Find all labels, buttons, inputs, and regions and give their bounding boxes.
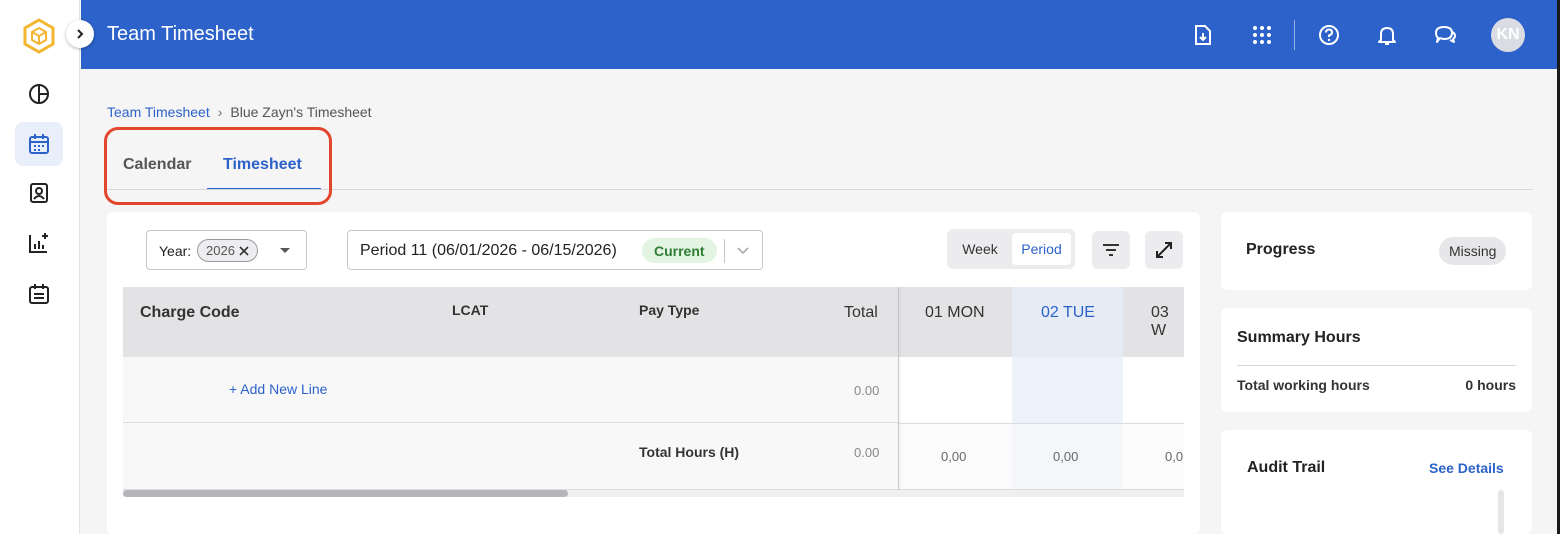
chevron-right-icon xyxy=(77,29,84,39)
year-chip-value: 2026 xyxy=(206,243,235,258)
total-hours-value: 0.00 xyxy=(854,445,880,460)
sidebar xyxy=(0,0,80,534)
day-total-tue: 0,00 xyxy=(1053,449,1079,464)
col-charge-code: Charge Code xyxy=(140,304,240,321)
col-pay-type: Pay Type xyxy=(639,302,700,318)
total-working-hours-label: Total working hours xyxy=(1237,377,1370,393)
sidebar-item-reports[interactable] xyxy=(15,221,63,265)
toggle-period[interactable]: Period xyxy=(1012,233,1071,265)
progress-status-badge: Missing xyxy=(1439,237,1507,265)
sidebar-item-dashboard[interactable] xyxy=(15,72,63,116)
header-divider xyxy=(1294,20,1295,50)
close-icon[interactable] xyxy=(239,245,249,256)
col-day-tue[interactable]: 02 TUE xyxy=(1041,304,1095,322)
day-row-divider xyxy=(899,423,1184,424)
filter-icon xyxy=(1103,244,1119,256)
summary-divider xyxy=(1237,365,1516,366)
top-header: Team Timesheet KN xyxy=(81,0,1557,69)
bell-icon xyxy=(1378,27,1396,45)
chart-add-icon xyxy=(29,233,48,253)
row-total: 0.00 xyxy=(854,383,880,398)
see-details-link[interactable]: See Details xyxy=(1429,460,1504,476)
period-select[interactable]: Period 11 (06/01/2026 - 06/15/2026) Curr… xyxy=(347,230,763,270)
timesheet-table: Charge Code LCAT Pay Type Total + Add Ne… xyxy=(123,287,1184,497)
period-value: Period 11 (06/01/2026 - 06/15/2026) xyxy=(360,242,617,259)
app-logo-icon[interactable] xyxy=(22,18,56,54)
add-new-line-button[interactable]: + Add New Line xyxy=(229,381,327,397)
expand-icon xyxy=(1156,242,1172,258)
breadcrumb-link-team-timesheet[interactable]: Team Timesheet xyxy=(107,104,210,120)
day-total-wed: 0,0 xyxy=(1165,449,1184,464)
dropdown-caret-icon[interactable] xyxy=(280,248,290,253)
col-day-mon[interactable]: 01 MON xyxy=(925,304,985,322)
summary-panel: Summary Hours Total working hours 0 hour… xyxy=(1221,308,1532,412)
messages-button[interactable] xyxy=(1430,20,1460,50)
help-icon xyxy=(1319,25,1339,45)
toggle-week[interactable]: Week xyxy=(951,233,1009,265)
calendar-list-icon xyxy=(29,284,49,304)
apps-grid-icon xyxy=(1253,26,1271,44)
sidebar-item-timesheet[interactable] xyxy=(15,122,63,166)
week-period-toggle: Week Period xyxy=(947,229,1075,269)
app-title: Team Timesheet xyxy=(107,23,254,45)
breadcrumb-current: Blue Zayn's Timesheet xyxy=(230,104,372,120)
expand-button[interactable] xyxy=(1145,231,1183,269)
year-select[interactable]: Year: 2026 xyxy=(146,230,307,270)
total-working-hours-value: 0 hours xyxy=(1465,377,1516,393)
pie-chart-icon xyxy=(29,84,49,104)
sidebar-item-schedule[interactable] xyxy=(15,272,63,316)
col-total: Total xyxy=(844,304,878,321)
day-header-mon xyxy=(899,287,1012,357)
current-period-badge: Current xyxy=(642,238,717,263)
total-hours-label: Total Hours (H) xyxy=(639,444,740,460)
timesheet-card: Year: 2026 Period 11 (06/01/2026 - 06/15… xyxy=(107,212,1200,534)
filter-button[interactable] xyxy=(1092,231,1130,269)
audit-trail-panel: Audit Trail See Details xyxy=(1221,430,1532,534)
help-button[interactable] xyxy=(1314,20,1344,50)
calendar-grid-icon xyxy=(29,134,49,154)
notifications-button[interactable] xyxy=(1372,20,1402,50)
download-file-button[interactable] xyxy=(1188,20,1218,50)
year-label: Year: xyxy=(159,243,192,259)
day-header-tue xyxy=(1012,287,1123,357)
apps-grid-button[interactable] xyxy=(1247,20,1277,50)
frozen-column-divider xyxy=(898,287,899,490)
summary-title: Summary Hours xyxy=(1237,329,1361,346)
breadcrumb-separator: › xyxy=(217,104,223,120)
chevron-down-icon[interactable] xyxy=(736,243,750,257)
progress-panel: Progress Missing xyxy=(1221,212,1532,290)
progress-title: Progress xyxy=(1246,241,1316,258)
day-total-mon: 0,00 xyxy=(941,449,967,464)
breadcrumb: Team Timesheet › Blue Zayn's Timesheet xyxy=(107,104,372,120)
user-avatar[interactable]: KN xyxy=(1491,18,1525,52)
audit-trail-title: Audit Trail xyxy=(1247,459,1326,476)
period-select-divider xyxy=(724,239,725,263)
col-day-wed[interactable]: 03 W xyxy=(1151,304,1184,340)
sidebar-expand-button[interactable] xyxy=(66,20,94,48)
chat-bubbles-icon xyxy=(1435,26,1456,43)
contact-card-icon xyxy=(30,183,48,203)
year-chip[interactable]: 2026 xyxy=(197,239,258,262)
col-lcat: LCAT xyxy=(452,302,489,318)
horizontal-scrollbar-thumb[interactable] xyxy=(123,490,568,497)
annotation-highlight xyxy=(104,127,332,205)
audit-scrollbar[interactable] xyxy=(1498,490,1504,534)
file-download-icon xyxy=(1195,25,1211,45)
sidebar-item-contacts[interactable] xyxy=(15,171,63,215)
